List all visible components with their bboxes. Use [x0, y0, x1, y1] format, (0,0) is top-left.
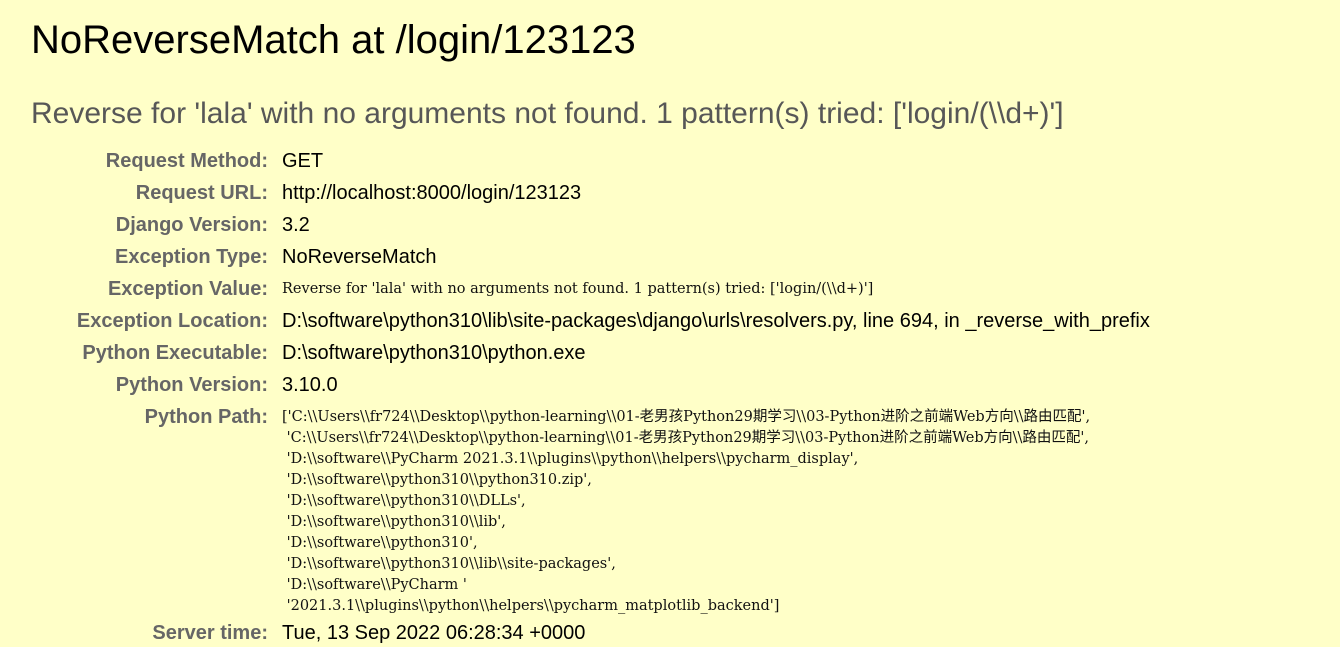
- meta-value: Tue, 13 Sep 2022 06:28:34 +0000: [282, 622, 586, 644]
- meta-value: D:\software\python310\lib\site-packages\…: [282, 310, 1150, 332]
- exception-value-code: Reverse for 'lala' with no arguments not…: [282, 281, 874, 297]
- meta-value: 3.2: [282, 214, 310, 236]
- meta-label: Request Method:: [105, 150, 268, 172]
- meta-row-request-method: Request Method: GET: [31, 145, 1150, 177]
- meta-label: Exception Location:: [76, 310, 268, 332]
- meta-label: Server time:: [152, 622, 268, 644]
- meta-row-exception-value: Exception Value: Reverse for 'lala' with…: [31, 273, 1150, 305]
- meta-label: Exception Value:: [107, 278, 268, 300]
- meta-row-django-version: Django Version: 3.2: [31, 209, 1150, 241]
- request-meta-table: Request Method: GET Request URL: http://…: [31, 145, 1150, 647]
- meta-label: Python Executable:: [82, 342, 268, 364]
- meta-row-server-time: Server time: Tue, 13 Sep 2022 06:28:34 +…: [31, 617, 1150, 647]
- meta-row-python-version: Python Version: 3.10.0: [31, 369, 1150, 401]
- meta-row-exception-location: Exception Location: D:\software\python31…: [31, 305, 1150, 337]
- meta-value: 3.10.0: [282, 374, 338, 396]
- meta-label: Python Path:: [144, 406, 268, 428]
- page-title: NoReverseMatch at /login/123123: [31, 18, 636, 62]
- meta-value: GET: [282, 150, 324, 172]
- meta-row-python-executable: Python Executable: D:\software\python310…: [31, 337, 1150, 369]
- meta-label: Exception Type:: [115, 246, 268, 268]
- meta-row-exception-type: Exception Type: NoReverseMatch: [31, 241, 1150, 273]
- meta-value: http://localhost:8000/login/123123: [282, 182, 582, 204]
- python-path-code: ['C:\\Users\\fr724\\Desktop\\python-lear…: [282, 409, 1091, 614]
- meta-row-request-url: Request URL: http://localhost:8000/login…: [31, 177, 1150, 209]
- meta-row-python-path: Python Path: ['C:\\Users\\fr724\\Desktop…: [31, 401, 1150, 617]
- meta-label: Python Version:: [115, 374, 268, 396]
- meta-value: NoReverseMatch: [282, 246, 437, 268]
- error-page: NoReverseMatch at /login/123123 Reverse …: [0, 0, 1340, 647]
- meta-value: D:\software\python310\python.exe: [282, 342, 586, 364]
- meta-label: Request URL:: [135, 182, 268, 204]
- exception-summary: Reverse for 'lala' with no arguments not…: [31, 97, 1064, 130]
- meta-label: Django Version:: [115, 214, 268, 236]
